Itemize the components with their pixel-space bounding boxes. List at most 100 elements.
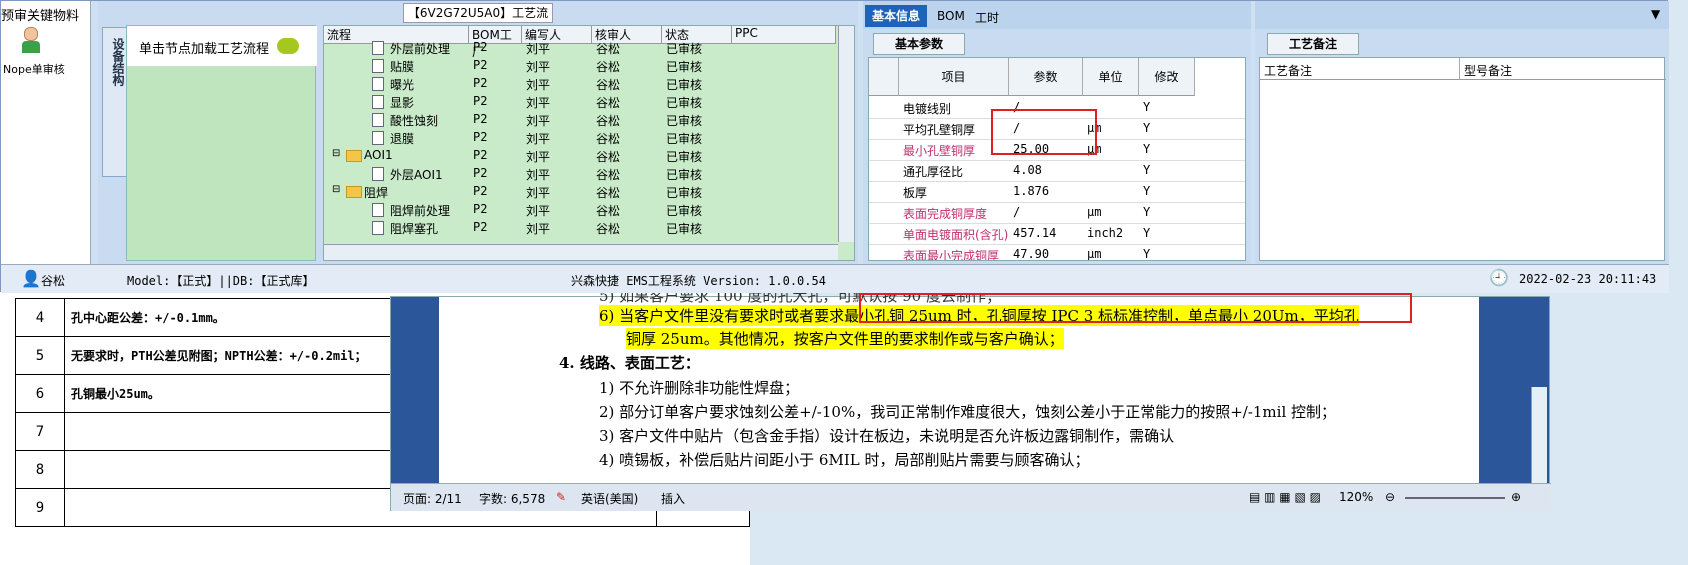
tree-row[interactable]: 曝光 P2 刘平 谷松 已审核 bbox=[324, 74, 836, 93]
zoom-out-icon[interactable]: ⊖ bbox=[1385, 490, 1395, 504]
tree-row[interactable]: 阻焊塞孔 P2 刘平 谷松 已审核 bbox=[324, 218, 836, 237]
collapse-icon[interactable]: ⊟ bbox=[332, 184, 340, 195]
user-icon[interactable] bbox=[21, 27, 41, 53]
tab-process-remark[interactable]: 工艺备注 bbox=[1267, 33, 1359, 55]
basic-mod: Y bbox=[1143, 142, 1151, 156]
tree-row[interactable]: 贴膜 P2 刘平 谷松 已审核 bbox=[324, 56, 836, 75]
tree-bom: P2 bbox=[473, 220, 488, 234]
spellcheck-icon[interactable]: ✎ bbox=[556, 490, 566, 504]
single-review-label[interactable]: Nope单审核 bbox=[3, 61, 93, 77]
zoom-level[interactable]: 120% bbox=[1339, 490, 1373, 504]
tree-reviewer: 谷松 bbox=[596, 186, 621, 200]
tree-row[interactable]: 外层前处理 P2 刘平 谷松 已审核 bbox=[324, 38, 836, 57]
tree-row[interactable]: 显影 P2 刘平 谷松 已审核 bbox=[324, 92, 836, 111]
zoom-in-icon[interactable]: ⊕ bbox=[1511, 490, 1521, 504]
basic-item: 平均孔壁铜厚 bbox=[903, 123, 976, 137]
collapse-icon[interactable]: ⊟ bbox=[332, 148, 340, 159]
remark-topbar: ▼ bbox=[1255, 1, 1669, 29]
erp-statusbar: 👤 谷松 Model:【正式】||DB:【正式库】 兴森快捷 EMS工程系统 V… bbox=[1, 264, 1669, 293]
dropdown-arrow-icon[interactable]: ▼ bbox=[1651, 7, 1660, 21]
basic-mod: Y bbox=[1143, 205, 1151, 219]
tree-node-name: AOI1 bbox=[364, 148, 393, 162]
tree-reviewer: 谷松 bbox=[596, 114, 621, 128]
basic-col-header[interactable]: 单位 bbox=[1083, 58, 1139, 96]
doc-line-2: 2) 部分订单客户要求蚀刻公差+/-10%，我司正常制作难度很大，蚀刻公差小于正… bbox=[599, 403, 1337, 421]
tree-row[interactable]: ⊟ AOI1 P2 刘平 谷松 已审核 bbox=[324, 146, 836, 165]
basic-param[interactable]: 4.08 bbox=[1013, 163, 1042, 177]
nav-tab-structure[interactable]: 设备结构 bbox=[102, 27, 128, 177]
basic-item: 板厚 bbox=[903, 186, 928, 200]
language-status[interactable]: 英语(美国) bbox=[581, 490, 638, 507]
tree-bom: P2 bbox=[473, 94, 488, 108]
tab-hours[interactable]: 工时 bbox=[975, 9, 999, 26]
basic-col-header[interactable]: 项目 bbox=[899, 58, 1009, 96]
doc-line-1: 1) 不允许删除非功能性焊盘； bbox=[599, 379, 800, 397]
tree-row[interactable]: 外层AOI1 P2 刘平 谷松 已审核 bbox=[324, 164, 836, 183]
tree-writer: 刘平 bbox=[526, 204, 551, 218]
tree-reviewer: 谷松 bbox=[596, 168, 621, 182]
tree-status: 已审核 bbox=[666, 132, 703, 146]
word-scrollbar[interactable] bbox=[1531, 387, 1547, 483]
tree-node-name: 曝光 bbox=[390, 78, 415, 92]
basic-param[interactable]: 47.90 bbox=[1013, 247, 1049, 260]
tree-writer: 刘平 bbox=[526, 222, 551, 236]
tree-status: 已审核 bbox=[666, 42, 703, 56]
folder-icon bbox=[346, 186, 362, 201]
remark-col-process[interactable]: 工艺备注 bbox=[1260, 58, 1460, 80]
basic-row[interactable]: 单面电镀面积(含孔) 457.14 inch2 Y bbox=[869, 222, 1245, 245]
doc-section-4: 4. 线路、表面工艺： bbox=[559, 354, 700, 372]
subtab-basic-params[interactable]: 基本参数 bbox=[873, 33, 965, 55]
key-material-title[interactable]: 预审关键物料 bbox=[1, 5, 91, 24]
tab-basic-info[interactable]: 基本信息 bbox=[865, 5, 927, 27]
view-mode-icons[interactable]: ▤ ▥ ▦ ▧ ▨ bbox=[1249, 490, 1321, 504]
basic-param[interactable]: 457.14 bbox=[1013, 226, 1056, 240]
tree-hint-text: 单击节点加载工艺流程 bbox=[139, 42, 270, 57]
word-page[interactable]: 5) 如果客户要求 100 度的孔大孔，可默认按 90 度去制作； 6) 当客户… bbox=[439, 287, 1479, 483]
tree-horizontal-scrollbar[interactable] bbox=[324, 244, 838, 260]
tree-node-name: 外层前处理 bbox=[390, 42, 451, 56]
tab-bom[interactable]: BOM bbox=[937, 9, 965, 23]
tree-row[interactable]: 阻焊前处理 P2 刘平 谷松 已审核 bbox=[324, 200, 836, 219]
left-strip: 预审关键物料 Nope单审核 bbox=[1, 1, 91, 264]
word-window: 5) 如果客户要求 100 度的孔大孔，可默认按 90 度去制作； 6) 当客户… bbox=[390, 287, 1551, 511]
tree-status: 已审核 bbox=[666, 222, 703, 236]
doc-line-6b: 铜厚 25um。其他情况，按客户文件里的要求制作或与客户确认； bbox=[626, 328, 1064, 349]
basic-item: 表面完成铜厚度 bbox=[903, 207, 988, 221]
tree-status: 已审核 bbox=[666, 186, 703, 200]
tree-status: 已审核 bbox=[666, 204, 703, 218]
row-number: 4 bbox=[15, 298, 65, 337]
tree-row[interactable]: ⊟ 阻焊 P2 刘平 谷松 已审核 bbox=[324, 182, 836, 201]
status-model-db: Model:【正式】||DB:【正式库】 bbox=[127, 274, 315, 288]
tree-writer: 刘平 bbox=[526, 42, 551, 56]
tree-hint-area: 单击节点加载工艺流程 bbox=[126, 25, 317, 261]
row-number: 8 bbox=[15, 450, 65, 489]
basic-unit: μm bbox=[1087, 247, 1102, 261]
basic-col-header[interactable]: 参数 bbox=[1009, 58, 1083, 96]
basic-row[interactable]: 表面完成铜厚度 / μm Y bbox=[869, 201, 1245, 224]
clock-icon: 🕘 bbox=[1489, 268, 1509, 287]
insert-mode[interactable]: 插入 bbox=[661, 490, 685, 507]
word-statusbar: 页面: 2/11 字数: 6,578 ✎ 英语(美国) 插入 ▤ ▥ ▦ ▧ ▨… bbox=[391, 483, 1551, 511]
tree-bom: P2 bbox=[473, 202, 488, 216]
basic-param[interactable]: / bbox=[1013, 205, 1020, 219]
basic-params-grid: 项目 参数 单位 修改 电镀线别 / Y 平均孔壁铜厚 / μm Y 最小孔壁铜厚 25.00 μm Y 通… bbox=[868, 57, 1246, 261]
tree-row[interactable]: 酸性蚀刻 P2 刘平 谷松 已审核 bbox=[324, 110, 836, 129]
word-count[interactable]: 字数: 6,578 bbox=[479, 490, 545, 507]
basic-tabbar: 基本信息 BOM 工时 bbox=[863, 1, 1251, 29]
tree-status: 已审核 bbox=[666, 78, 703, 92]
remark-col-model[interactable]: 型号备注 bbox=[1460, 58, 1666, 80]
tree-writer: 刘平 bbox=[526, 60, 551, 74]
basic-row[interactable]: 表面最小完成铜厚 47.90 μm Y bbox=[869, 243, 1245, 261]
erp-window: 预审关键物料 Nope单审核 【6V2G72U5A0】工艺流程 设备结构 单击节… bbox=[0, 0, 1669, 293]
tree-vertical-scrollbar[interactable] bbox=[838, 26, 854, 242]
page-count[interactable]: 页面: 2/11 bbox=[403, 490, 462, 507]
zoom-slider[interactable] bbox=[1405, 497, 1505, 499]
basic-param[interactable]: 1.876 bbox=[1013, 184, 1049, 198]
basic-row[interactable]: 板厚 1.876 Y bbox=[869, 180, 1245, 203]
basic-row[interactable]: 通孔厚径比 4.08 Y bbox=[869, 159, 1245, 182]
tree-row[interactable]: 退膜 P2 刘平 谷松 已审核 bbox=[324, 128, 836, 147]
tree-node-name: 外层AOI1 bbox=[390, 168, 443, 182]
remark-grid: 工艺备注 型号备注 bbox=[1259, 57, 1666, 261]
tree-status: 已审核 bbox=[666, 114, 703, 128]
basic-col-header[interactable]: 修改 bbox=[1139, 58, 1195, 96]
